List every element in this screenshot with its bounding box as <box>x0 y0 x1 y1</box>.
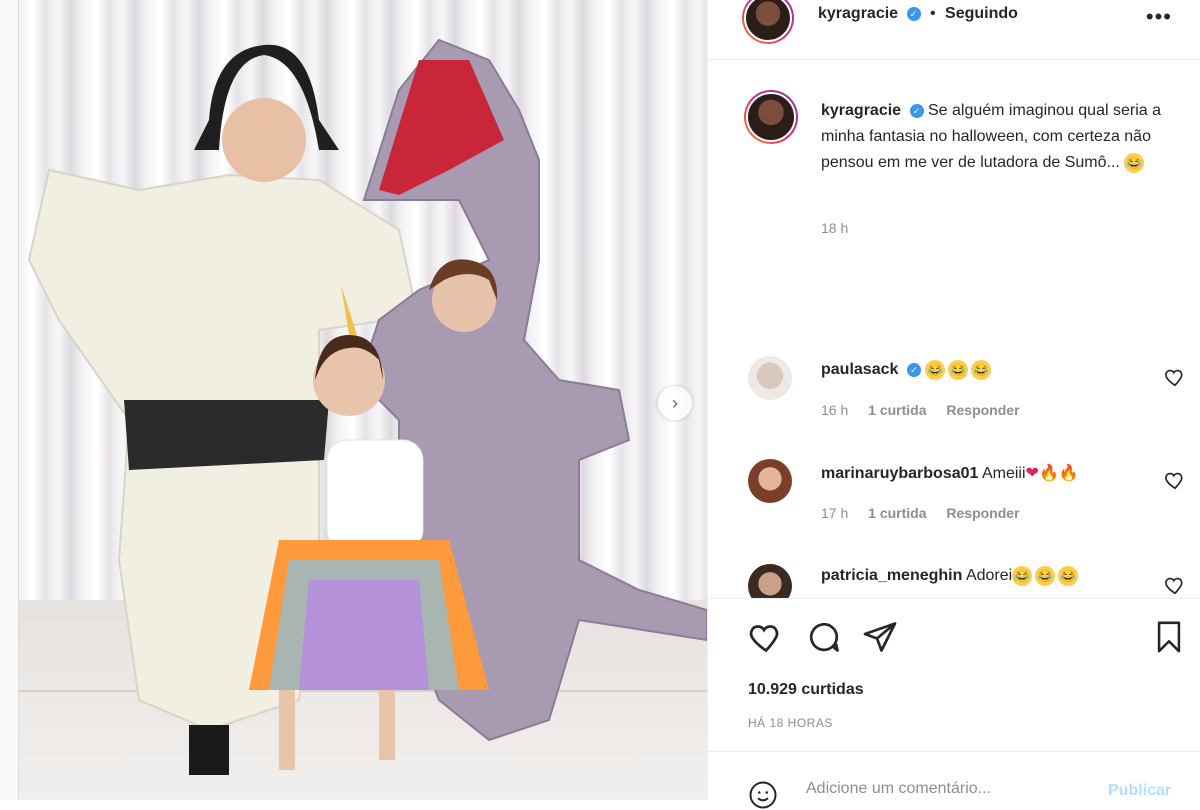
verified-badge-icon: ✓ <box>906 363 921 377</box>
like-heart-icon[interactable] <box>748 619 784 655</box>
comment-like-heart-icon[interactable] <box>1164 574 1186 596</box>
laughing-emoji-icon: 😂 <box>1012 566 1033 586</box>
red-heart-emoji-icon: ❤ <box>1025 465 1039 482</box>
comment-time[interactable]: 17 h <box>821 505 848 521</box>
header-separator: • <box>929 5 936 22</box>
header-author-username[interactable]: kyragracie <box>818 5 898 22</box>
comment-bubble-icon[interactable] <box>806 619 842 655</box>
share-paper-plane-icon[interactable] <box>862 619 898 655</box>
comment-username[interactable]: marinaruybarbosa01 <box>821 465 978 482</box>
avatar-image <box>746 92 796 142</box>
post-photo[interactable]: › <box>19 0 707 800</box>
comment-text: marinaruybarbosa01 Ameiii❤🔥🔥 <box>821 463 1079 483</box>
header-author-line: kyragracie ✓ • Seguindo <box>818 5 1018 23</box>
comment-text: paulasack ✓ 😂 😂 😂 <box>821 360 992 380</box>
laughing-emoji-icon: 😂 <box>1035 566 1056 586</box>
laughing-emoji-icon: 😂 <box>948 360 969 380</box>
caption-author-username[interactable]: kyragracie <box>821 102 901 119</box>
comment-text: patricia_meneghin Adorei 😂 😂 😂 <box>821 566 1079 586</box>
author-avatar[interactable] <box>742 0 794 44</box>
app-frame: › kyragracie ✓ • Seguindo ••• kyragracie… <box>0 0 1200 809</box>
more-options-icon[interactable]: ••• <box>1146 4 1172 30</box>
publish-button[interactable]: Publicar <box>1108 782 1171 800</box>
following-button[interactable]: Seguindo <box>945 5 1018 22</box>
comment-item: patricia_meneghin Adorei 😂 😂 😂 <box>708 560 1200 598</box>
commenter-avatar[interactable] <box>748 459 792 503</box>
likes-count[interactable]: 10.929 curtidas <box>748 681 864 699</box>
caption-body: kyragracie ✓ Se alguém imaginou qual ser… <box>821 98 1191 176</box>
comment-username[interactable]: paulasack <box>821 361 898 378</box>
commenter-avatar[interactable] <box>748 356 792 400</box>
comment-body: Ameiii <box>981 465 1026 482</box>
verified-badge-icon: ✓ <box>906 6 921 21</box>
verified-badge-icon: ✓ <box>909 103 924 118</box>
laughing-emoji-icon: 😂 <box>971 360 992 380</box>
post-actions: 10.929 curtidas HÁ 18 HORAS Publicar <box>708 598 1200 809</box>
post-modal: › kyragracie ✓ • Seguindo ••• kyragracie… <box>18 0 1200 809</box>
caption-author-avatar[interactable] <box>744 90 798 144</box>
commenter-avatar[interactable] <box>748 564 792 598</box>
reply-button[interactable]: Responder <box>946 505 1019 521</box>
avatar-image <box>744 0 792 42</box>
comment-likes[interactable]: 1 curtida <box>868 402 926 418</box>
post-time-ago[interactable]: HÁ 18 HORAS <box>748 716 833 730</box>
next-photo-button[interactable]: › <box>658 386 692 420</box>
fire-emoji-icon: 🔥 <box>1058 465 1079 482</box>
laughing-emoji-icon: 😂 <box>925 360 946 380</box>
comment-username[interactable]: patricia_meneghin <box>821 567 962 584</box>
comment-like-heart-icon[interactable] <box>1164 366 1186 388</box>
laughing-emoji-icon: 😂 <box>1124 152 1145 173</box>
comment-like-heart-icon[interactable] <box>1164 469 1186 491</box>
laughing-emoji-icon: 😂 <box>1058 566 1079 586</box>
comment-item: paulasack ✓ 😂 😂 😂 16 h 1 curtida Responder <box>708 354 1200 434</box>
emoji-picker-icon[interactable] <box>748 780 778 810</box>
save-bookmark-icon[interactable] <box>1152 619 1186 655</box>
comment-likes[interactable]: 1 curtida <box>868 505 926 521</box>
post-header: kyragracie ✓ • Seguindo ••• <box>708 0 1200 60</box>
comment-body: Adorei <box>965 567 1013 585</box>
photo-figures <box>27 38 707 775</box>
comment-item: marinaruybarbosa01 Ameiii❤🔥🔥 17 h 1 curt… <box>708 457 1200 537</box>
comment-input[interactable] <box>806 780 1106 798</box>
caption-time: 18 h <box>821 220 849 236</box>
reply-button[interactable]: Responder <box>946 402 1019 418</box>
chevron-right-icon: › <box>672 392 678 413</box>
comment-time[interactable]: 16 h <box>821 402 848 418</box>
fire-emoji-icon: 🔥 <box>1038 465 1059 482</box>
comment-meta: 16 h 1 curtida Responder <box>821 402 1036 418</box>
comment-composer: Publicar <box>708 751 1200 809</box>
comment-meta: 17 h 1 curtida Responder <box>821 505 1036 521</box>
post-side-panel: kyragracie ✓ • Seguindo ••• kyragracie ✓… <box>707 0 1200 809</box>
